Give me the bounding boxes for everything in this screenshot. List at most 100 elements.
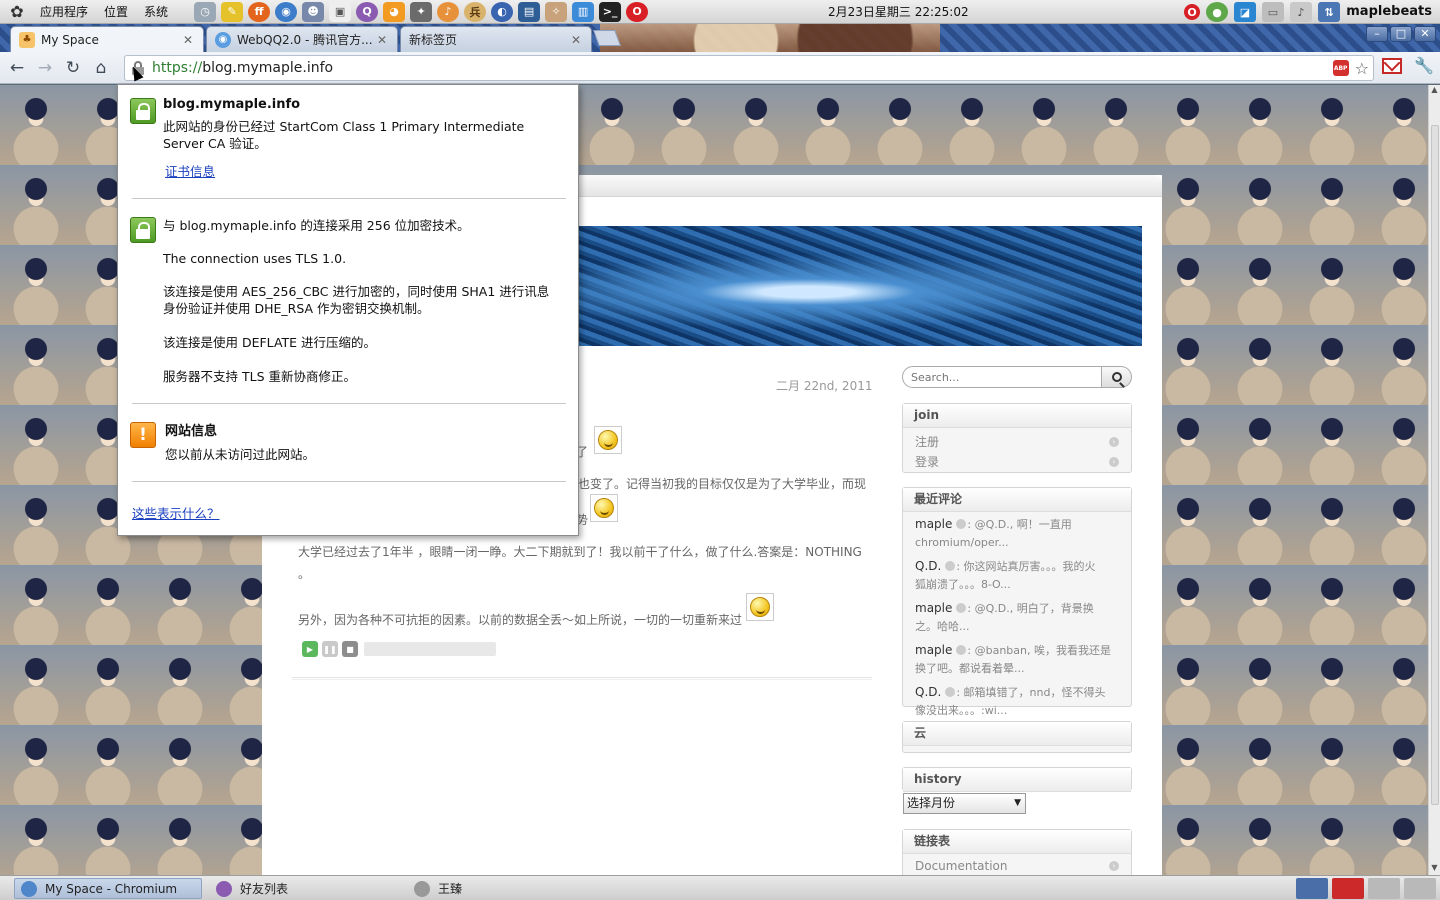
opera-tray-icon[interactable]: O (1184, 4, 1200, 20)
qq-icon[interactable]: Q (356, 1, 379, 22)
clock-app-icon[interactable]: ◷ (194, 1, 217, 22)
tab-my-space[interactable]: ♣ My Space ✕ (10, 26, 204, 52)
maximize-button[interactable]: □ (1390, 26, 1412, 42)
panel-username[interactable]: maplebeats (1346, 0, 1432, 24)
scroll-up-arrow-icon[interactable]: ▲ (1429, 85, 1440, 97)
comment-text[interactable]: chromium/oper... (915, 536, 1009, 549)
smiley-icon (594, 426, 622, 454)
play-icon[interactable]: ▶ (302, 641, 318, 657)
comment-text[interactable]: 之。哈哈... (915, 620, 970, 633)
reload-button[interactable]: ↻ (59, 54, 87, 82)
reload-icon: ↻ (65, 57, 81, 78)
chevron-right-icon: › (1109, 457, 1119, 467)
image-viewer-icon[interactable]: ▤ (518, 1, 541, 22)
usb-icon[interactable]: ▣ (329, 1, 352, 22)
search-button[interactable] (1102, 366, 1132, 388)
tab-new-tab[interactable]: 新标签页 ✕ (400, 26, 592, 52)
taskbar-item-wangzhen[interactable]: 王臻 (408, 878, 598, 899)
link-documentation[interactable]: Documentation › (903, 856, 1131, 875)
register-link[interactable]: 注册 › (903, 432, 1131, 452)
login-link[interactable]: 登录 › (903, 452, 1131, 472)
stop-icon[interactable]: ■ (342, 641, 358, 657)
gimp-icon[interactable]: ✦ (410, 1, 433, 22)
url-text[interactable]: https://blog.mymaple.info (152, 60, 333, 76)
tab-close-icon[interactable]: ✕ (181, 33, 195, 47)
gmail-icon[interactable] (1382, 57, 1403, 74)
comment-text[interactable]: : 邮箱填错了，nnd，怪不得头 (956, 686, 1105, 699)
comment-text[interactable]: 换了吧。都说看着晕... (915, 662, 1025, 675)
comment-author[interactable]: maple (915, 517, 952, 531)
panel-clock[interactable]: 2月23日星期三 22:25:02 (828, 0, 969, 24)
bookmark-star-icon[interactable]: ☆ (1355, 59, 1369, 78)
workspace-4[interactable] (1404, 878, 1436, 899)
comment-author[interactable]: maple (915, 601, 952, 615)
scrollbar-thumb[interactable] (1431, 125, 1439, 805)
comment-item[interactable]: maple : @banban, 唉，我看我还是 换了吧。都说看着晕... (903, 638, 1131, 680)
opera-workspace-icon[interactable] (1332, 878, 1364, 899)
vmware-tray-icon[interactable]: ◪ (1234, 2, 1256, 22)
player-icon[interactable]: ♪ (437, 1, 460, 22)
warning-icon: ! (130, 422, 156, 448)
certificate-info-link[interactable]: 证书信息 (165, 161, 215, 180)
minimize-button[interactable]: – (1366, 26, 1388, 42)
post-paragraph: 另外，因为各种不可抗拒的因素。以前的数据全丢～如上所说，一切的一切重新来过 (298, 613, 743, 627)
chromium-workspace-icon[interactable] (1296, 878, 1328, 899)
notes-icon[interactable]: ✎ (221, 1, 244, 22)
volume-icon[interactable]: ♪ (1290, 2, 1312, 22)
help-link[interactable]: 这些表示什么？ (132, 503, 220, 522)
comment-text[interactable]: : @Q.D., 明白了，背景换 (967, 602, 1093, 615)
month-select[interactable]: 选择月份 ▼ (903, 793, 1026, 814)
pidgin-tray-icon[interactable]: ● (1206, 2, 1228, 22)
network-icon[interactable]: ◐ (491, 1, 514, 22)
monitor-icon[interactable]: ▥ (572, 1, 595, 22)
firefox-icon[interactable]: ff (248, 1, 271, 22)
menu-applications[interactable]: 应用程序 (32, 0, 96, 24)
taskbar-item-friends[interactable]: 好友列表 (210, 878, 400, 899)
gnome-foot-icon[interactable]: ✿ (6, 2, 28, 22)
network-tray-icon[interactable]: ⇅ (1318, 2, 1340, 22)
workspace-3[interactable] (1368, 878, 1400, 899)
comment-text[interactable]: : @Q.D., 啊！一直用 (967, 518, 1071, 531)
close-window-button[interactable]: ✕ (1414, 26, 1436, 42)
adblock-icon[interactable]: ABP (1332, 60, 1349, 76)
menu-system[interactable]: 系统 (136, 0, 176, 24)
tab-close-icon[interactable]: ✕ (375, 33, 389, 47)
opera-icon[interactable]: O (626, 1, 649, 22)
back-button[interactable]: ← (3, 54, 31, 82)
connection-text: 服务器不支持 TLS 重新协商修正。 (163, 369, 356, 384)
comment-text[interactable]: : @banban, 唉，我看我还是 (967, 644, 1111, 657)
address-bar[interactable]: https://blog.mymaple.info ABP ☆ (124, 55, 1374, 81)
comment-author[interactable]: maple (915, 643, 952, 657)
comment-item[interactable]: maple : @Q.D., 明白了，背景换 之。哈哈... (903, 596, 1131, 638)
player-progress-bar[interactable] (364, 642, 496, 656)
taskbar-item-chromium[interactable]: My Space - Chromium (14, 878, 202, 899)
forward-button[interactable]: → (31, 54, 59, 82)
qq-pet-icon[interactable]: ◕ (383, 1, 406, 22)
pidgin-icon[interactable]: ☻ (302, 1, 325, 22)
tab-webqq[interactable]: ◉ WebQQ2.0 - 腾讯官方... ✕ (206, 26, 398, 52)
comment-item[interactable]: Q.D. : 你这网站真厉害。。。我的火 狐崩溃了。。。8-O... (903, 554, 1131, 596)
scroll-down-arrow-icon[interactable]: ▼ (1429, 863, 1440, 875)
pause-icon[interactable]: ❚❚ (322, 641, 338, 657)
search-input[interactable] (902, 366, 1102, 388)
comment-text[interactable]: 像没出来。。。:wi... (915, 704, 1007, 717)
tab-close-icon[interactable]: ✕ (569, 33, 583, 47)
comment-author[interactable]: Q.D. (915, 559, 941, 573)
menu-places[interactable]: 位置 (96, 0, 136, 24)
wrench-menu-icon[interactable]: 🔧 (1414, 56, 1434, 75)
post-text-line: 也变了。记得当初我的目标仅仅是为了大学毕业，而现 (578, 477, 867, 491)
comment-text[interactable]: : 你这网站真厉害。。。我的火 (956, 560, 1095, 573)
home-button[interactable]: ⌂ (87, 54, 115, 82)
comment-author[interactable]: Q.D. (915, 685, 941, 699)
page-scrollbar[interactable]: ▲ ▼ (1428, 85, 1440, 875)
fox-icon[interactable]: ✧ (545, 1, 568, 22)
battery-icon[interactable]: ▭ (1262, 2, 1284, 22)
chromium-icon[interactable]: ◉ (275, 1, 298, 22)
comment-item[interactable]: maple : @Q.D., 啊！一直用 chromium/oper... (903, 512, 1131, 554)
comment-text[interactable]: 狐崩溃了。。。8-O... (915, 578, 1011, 591)
terminal-icon[interactable]: >_ (599, 1, 622, 22)
tab-title: WebQQ2.0 - 腾讯官方... (237, 33, 373, 47)
comment-item[interactable]: Q.D. : 邮箱填错了，nnd，怪不得头 像没出来。。。:wi... (903, 680, 1131, 722)
soldier-game-icon[interactable]: 兵 (464, 1, 487, 22)
qq-icon (216, 880, 232, 897)
